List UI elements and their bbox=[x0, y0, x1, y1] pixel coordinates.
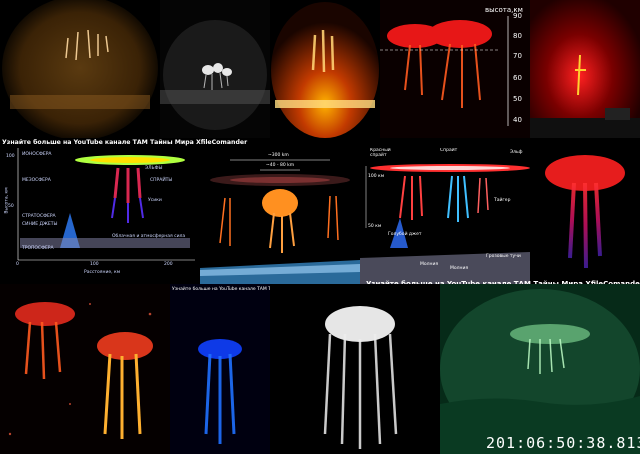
layer-label: МЕЗОСФЕРА bbox=[22, 178, 51, 183]
diagram-label: Усики bbox=[148, 198, 162, 203]
layer-label: СИНИЕ ДЖЕТЫ bbox=[22, 222, 58, 227]
photo-sprite-over-city bbox=[530, 0, 640, 138]
type-label: Молния bbox=[450, 266, 469, 271]
altitude-tick: 50 bbox=[513, 95, 522, 103]
dimension-label: ~300 km bbox=[268, 153, 289, 158]
type-label: Спрайт bbox=[440, 148, 458, 153]
altitude-tick: 60 bbox=[513, 74, 522, 82]
altitude-label: 50 км bbox=[368, 224, 382, 229]
diagram-atmosphere-layers: ИОНОСФЕРА МЕЗОСФЕРА СТРАТОСФЕРА СИНИЕ ДЖ… bbox=[0, 138, 200, 284]
photo-sprite-red-orange-dark bbox=[0, 284, 170, 454]
diagram-label: Облачная и атмосферная сила bbox=[112, 234, 186, 239]
altitude-tick: 40 bbox=[513, 116, 522, 124]
x-tick: 200 bbox=[164, 262, 173, 267]
altitude-tick: 70 bbox=[513, 52, 522, 60]
type-label: Грозовые тучи bbox=[486, 254, 521, 259]
watermark-banner-left: Узнайте больше на YouTube канале ТАМ Тай… bbox=[2, 139, 248, 146]
photo-sprite-green-nightvision: 201:06:50:38.813 bbox=[440, 284, 640, 454]
type-label: Голубой джет bbox=[388, 232, 422, 237]
altitude-tick: 80 bbox=[513, 32, 522, 40]
type-label: Молния bbox=[420, 262, 439, 267]
photo-sprite-white bbox=[270, 284, 440, 454]
diagram-sprite-types: Красный спрайт Спрайт Эльф Тайгер Голубо… bbox=[360, 148, 530, 284]
diagram-label: ЭЛЬФЫ bbox=[145, 166, 163, 171]
layer-label: ТРОПОСФЕРА bbox=[22, 246, 54, 251]
photo-sprite-red-with-scale: высота,км 90 80 70 60 50 40 bbox=[380, 0, 530, 138]
type-label: Эльф bbox=[510, 150, 523, 155]
layer-label: СТРАТОСФЕРА bbox=[22, 214, 56, 219]
x-axis-label: Расстояние, км bbox=[84, 270, 121, 275]
timestamp: 201:06:50:38.813 bbox=[486, 434, 640, 452]
diagram-label: СПРАЙТЫ bbox=[150, 178, 173, 183]
type-label: Красный спрайт bbox=[370, 148, 391, 158]
photo-sprite-blue bbox=[170, 284, 270, 454]
photo-sprite-red-circle bbox=[270, 0, 380, 138]
altitude-tick: 90 bbox=[513, 12, 522, 20]
dimension-label: ~40 - 80 km bbox=[266, 163, 295, 168]
layer-label: ИОНОСФЕРА bbox=[22, 152, 52, 157]
type-label: Тайгер bbox=[494, 198, 511, 203]
x-tick: 0 bbox=[16, 262, 19, 267]
sprites-collage: высота,км 90 80 70 60 50 40 ИОНОСФЕРА МЕ… bbox=[0, 0, 640, 454]
x-tick: 100 bbox=[90, 262, 99, 267]
y-axis-label: Высота, км bbox=[4, 187, 10, 214]
altitude-label: 100 км bbox=[368, 174, 385, 179]
photo-sprite-grayscale bbox=[160, 0, 270, 138]
photo-sprite-orange-circle bbox=[0, 0, 160, 138]
y-tick: 100 bbox=[6, 154, 15, 159]
photo-sprite-red-blue bbox=[530, 138, 640, 284]
diagram-sprite-dimensions: ~300 km ~40 - 80 km bbox=[200, 148, 360, 284]
